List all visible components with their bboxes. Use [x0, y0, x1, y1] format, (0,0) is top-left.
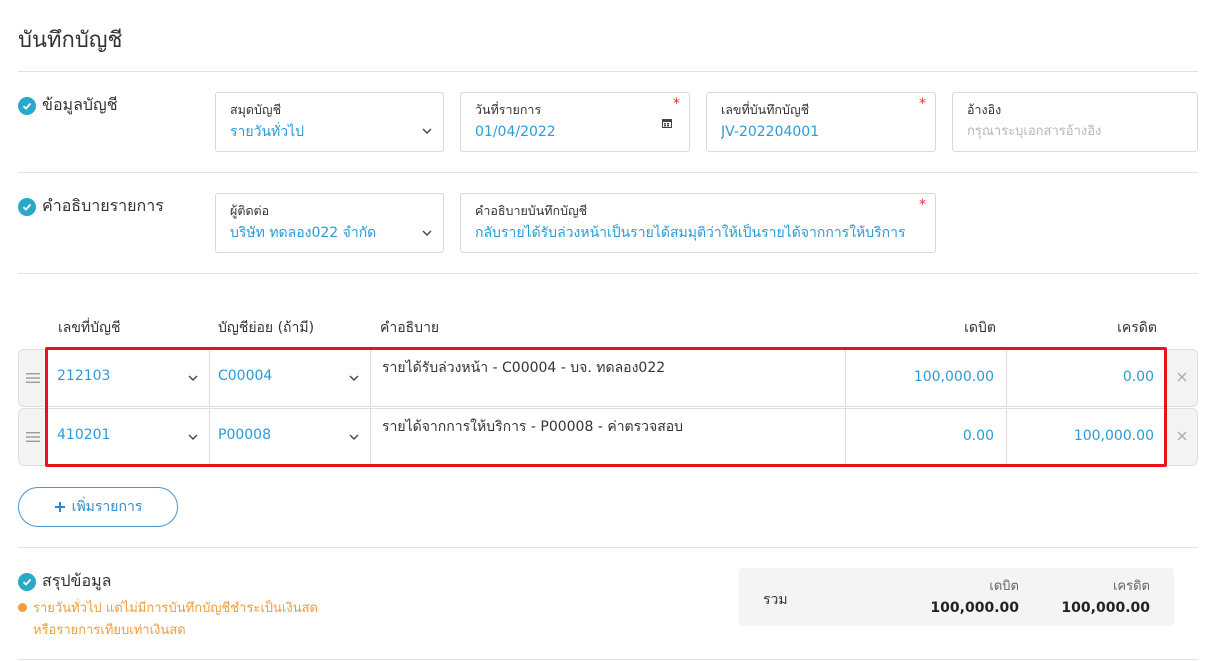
sub-account-select[interactable]: P00008 — [210, 409, 371, 465]
note-line-2: หรือรายการเทียบเท่าเงินสด — [33, 623, 186, 638]
header-account: เลขที่บัญชี — [58, 320, 121, 336]
debit-value: 0.00 — [962, 428, 994, 444]
field-value: 01/04/2022 — [475, 124, 556, 140]
section-title: สรุปข้อมูล — [42, 571, 112, 590]
note-line-1: รายวันทั่วไป แต่ไม่มีการบันทึกบัญชีชำระเ… — [33, 601, 318, 616]
section-title: คำอธิบายรายการ — [42, 196, 164, 215]
credit-value: 0.00 — [1122, 369, 1154, 385]
field-value: กลับรายได้รับล่วงหน้าเป็นรายได้สมมุติว่า… — [475, 225, 906, 241]
total-label: รวม — [763, 592, 788, 608]
account-value: 212103 — [57, 368, 111, 384]
add-item-button[interactable]: เพิ่มรายการ — [18, 487, 178, 527]
transaction-date-field[interactable]: * วันที่รายการ 01/04/2022 — [460, 92, 690, 152]
plus-icon — [54, 502, 65, 512]
total-credit-value: 100,000.00 — [1061, 600, 1150, 616]
field-label: อ้างอิง — [967, 102, 1002, 117]
calendar-icon[interactable] — [661, 117, 673, 129]
account-value: 410201 — [57, 427, 111, 443]
drag-handle-icon[interactable] — [26, 431, 40, 443]
page-title: บันทึกบัญชี — [18, 28, 123, 53]
check-circle-icon — [18, 572, 36, 591]
chevron-down-icon — [349, 434, 359, 440]
description-value: รายได้จากการให้บริการ - P00008 - ค่าตรวจ… — [382, 419, 684, 435]
required-mark: * — [673, 96, 680, 112]
credit-input[interactable]: 0.00 — [1007, 350, 1167, 406]
chevron-down-icon — [422, 128, 432, 134]
required-mark: * — [919, 197, 926, 213]
check-circle-icon — [18, 96, 36, 115]
debit-value: 100,000.00 — [913, 369, 994, 385]
sub-account-value: P00008 — [218, 427, 271, 443]
field-value: JV-202204001 — [721, 124, 820, 140]
journal-description-field[interactable]: * คำอธิบายบันทึกบัญชี กลับรายได้รับล่วงห… — [460, 193, 936, 253]
header-debit: เดบิต — [964, 320, 996, 336]
description-input[interactable]: รายได้จากการให้บริการ - P00008 - ค่าตรวจ… — [371, 409, 846, 465]
section-title: ข้อมูลบัญชี — [42, 95, 118, 114]
debit-input[interactable]: 100,000.00 — [846, 350, 1007, 406]
drag-handle-icon[interactable] — [26, 372, 40, 384]
field-value: บริษัท ทดลอง022 จำกัด — [230, 225, 377, 241]
credit-value: 100,000.00 — [1073, 428, 1154, 444]
reference-field[interactable]: อ้างอิง กรุณาระบุเอกสารอ้างอิง — [952, 92, 1198, 152]
chevron-down-icon — [422, 230, 432, 236]
divider — [18, 547, 1198, 548]
field-label: คำอธิบายบันทึกบัญชี — [475, 203, 588, 218]
account-select[interactable]: 212103 — [47, 350, 210, 406]
summary-note: รายวันทั่วไป แต่ไม่มีการบันทึกบัญชีชำระเ… — [18, 598, 318, 642]
credit-input[interactable]: 100,000.00 — [1007, 409, 1167, 465]
total-debit-label: เดบิต — [989, 579, 1019, 594]
header-sub-account: บัญชีย่อย (ถ้ามี) — [218, 320, 315, 336]
description-input[interactable]: รายได้รับล่วงหน้า - C00004 - บจ. ทดลอง02… — [371, 350, 846, 406]
close-icon[interactable] — [1177, 431, 1187, 441]
warning-dot-icon — [18, 603, 27, 612]
field-value: รายวันทั่วไป — [230, 124, 305, 140]
chevron-down-icon — [349, 375, 359, 381]
journal-number-field[interactable]: * เลขที่บันทึกบัญชี JV-202204001 — [706, 92, 936, 152]
sub-account-select[interactable]: C00004 — [210, 350, 371, 406]
account-select[interactable]: 410201 — [47, 409, 210, 465]
table-row: 212103 C00004 รายได้รับล่วงหน้า - C00004… — [18, 349, 1198, 407]
header-credit: เครดิต — [1117, 320, 1157, 336]
required-mark: * — [919, 96, 926, 112]
field-label: สมุดบัญชี — [230, 102, 282, 117]
check-circle-icon — [18, 197, 36, 216]
divider — [18, 172, 1198, 173]
field-label: วันที่รายการ — [475, 102, 542, 117]
field-label: ผู้ติดต่อ — [230, 203, 270, 218]
total-credit-label: เครดิต — [1112, 579, 1150, 594]
debit-input[interactable]: 0.00 — [846, 409, 1007, 465]
add-item-label: เพิ่มรายการ — [71, 499, 143, 515]
description-value: รายได้รับล่วงหน้า - C00004 - บจ. ทดลอง02… — [382, 360, 666, 376]
contact-select[interactable]: ผู้ติดต่อ บริษัท ทดลอง022 จำกัด — [215, 193, 444, 253]
divider — [18, 659, 1198, 660]
close-icon[interactable] — [1177, 372, 1187, 382]
section-account-info: ข้อมูลบัญชี — [18, 93, 118, 118]
sub-account-value: C00004 — [218, 368, 273, 384]
header-description: คำอธิบาย — [380, 320, 440, 336]
table-row: 410201 P00008 รายได้จากการให้บริการ - P0… — [18, 408, 1198, 466]
total-debit-value: 100,000.00 — [930, 600, 1019, 616]
chevron-down-icon — [188, 434, 198, 440]
section-description: คำอธิบายรายการ — [18, 194, 164, 219]
divider — [18, 71, 1198, 72]
journal-book-select[interactable]: สมุดบัญชี รายวันทั่วไป — [215, 92, 444, 152]
chevron-down-icon — [188, 375, 198, 381]
summary-totals: รวม เดบิต เครดิต 100,000.00 100,000.00 — [739, 568, 1174, 626]
section-summary: สรุปข้อมูล — [18, 569, 111, 594]
field-label: เลขที่บันทึกบัญชี — [721, 102, 810, 117]
divider — [18, 273, 1198, 274]
field-placeholder: กรุณาระบุเอกสารอ้างอิง — [967, 124, 1102, 139]
